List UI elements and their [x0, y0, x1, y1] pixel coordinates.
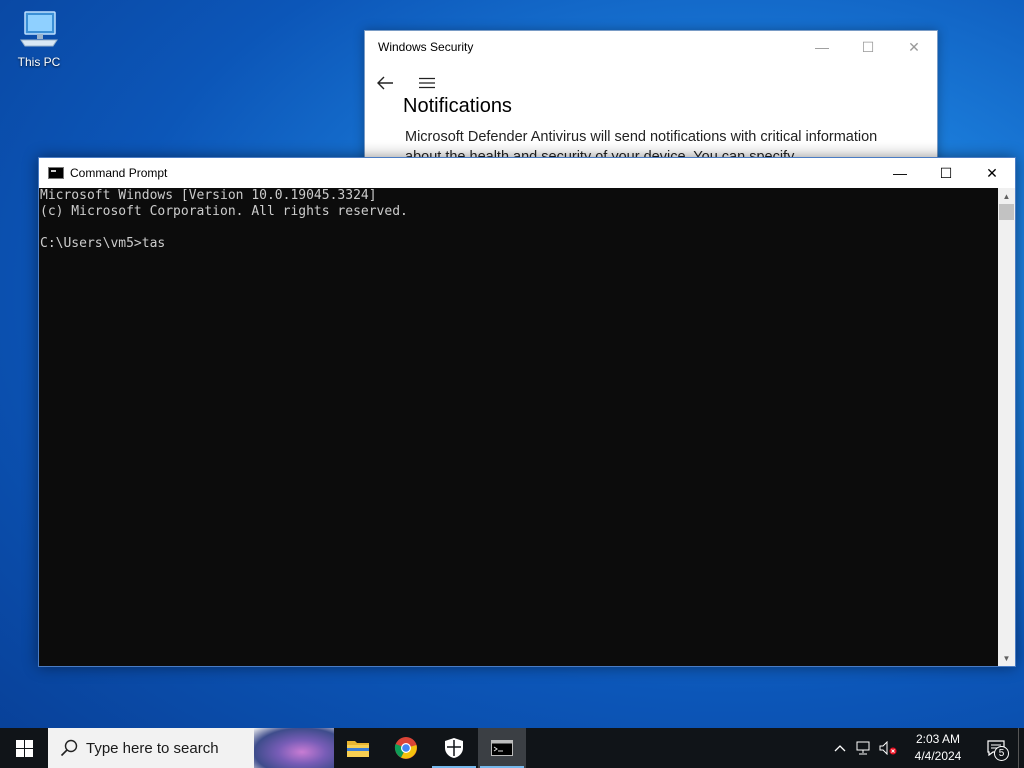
- back-button[interactable]: [375, 73, 395, 93]
- chrome-icon: [394, 737, 417, 759]
- scroll-down-arrow-icon[interactable]: ▼: [998, 650, 1015, 666]
- maximize-button[interactable]: ☐: [923, 158, 969, 188]
- console-prompt-line[interactable]: C:\Users\vm5>tas: [40, 236, 998, 252]
- console-line: (c) Microsoft Corporation. All rights re…: [40, 204, 408, 219]
- search-placeholder: Type here to search: [86, 739, 219, 757]
- taskbar-windows-security[interactable]: [430, 728, 478, 768]
- taskbar: Type here to search 2:03 AM 4/4/2024 5: [0, 728, 1024, 768]
- clock-date: 4/4/2024: [914, 749, 962, 763]
- system-tray: 2:03 AM 4/4/2024 5: [828, 728, 1024, 768]
- command-prompt-window[interactable]: Command Prompt — ☐ ✕ Microsoft Windows […: [38, 157, 1016, 667]
- folder-icon: [347, 741, 369, 757]
- action-center-button[interactable]: 5: [974, 728, 1018, 768]
- security-window-title: Windows Security: [378, 40, 474, 54]
- taskbar-search-box[interactable]: Type here to search: [48, 728, 334, 768]
- network-icon[interactable]: [852, 728, 876, 768]
- maximize-button[interactable]: ☐: [845, 31, 891, 63]
- chevron-up-icon[interactable]: [828, 728, 852, 768]
- windows-security-window[interactable]: Windows Security — ☐ ✕ Notifications Mic…: [364, 30, 938, 170]
- page-title: Notifications: [403, 95, 512, 117]
- console-output[interactable]: Microsoft Windows [Version 10.0.19045.33…: [39, 188, 999, 666]
- notification-count-badge: 5: [994, 746, 1009, 761]
- vertical-scrollbar[interactable]: ▲ ▼: [998, 188, 1015, 666]
- scroll-up-arrow-icon[interactable]: ▲: [998, 188, 1015, 204]
- console-line: Microsoft Windows [Version 10.0.19045.33…: [40, 188, 377, 203]
- security-nav: [375, 73, 437, 93]
- show-desktop-button[interactable]: [1018, 728, 1024, 768]
- search-highlight-image: [254, 728, 334, 768]
- minimize-button[interactable]: —: [877, 158, 923, 188]
- cmd-titlebar[interactable]: Command Prompt — ☐ ✕: [39, 158, 1015, 188]
- close-button[interactable]: ✕: [891, 31, 937, 63]
- taskbar-chrome[interactable]: [382, 728, 430, 768]
- taskbar-clock[interactable]: 2:03 AM 4/4/2024: [902, 731, 974, 765]
- scrollbar-thumb[interactable]: [999, 204, 1014, 220]
- cmd-window-title: Command Prompt: [70, 166, 168, 180]
- volume-muted-icon[interactable]: [876, 728, 900, 768]
- search-icon: [60, 739, 78, 757]
- desktop-icon-label: This PC: [17, 55, 61, 69]
- taskbar-file-explorer[interactable]: [334, 728, 382, 768]
- hamburger-menu-icon: [419, 77, 435, 89]
- windows-logo-icon: [15, 739, 33, 757]
- taskbar-command-prompt[interactable]: [478, 728, 526, 768]
- menu-button[interactable]: [417, 73, 437, 93]
- back-arrow-icon: [377, 76, 393, 90]
- start-button[interactable]: [0, 728, 48, 768]
- desktop-icon-this-pc[interactable]: This PC: [12, 8, 66, 69]
- close-button[interactable]: ✕: [969, 158, 1015, 188]
- minimize-button[interactable]: —: [799, 31, 845, 63]
- security-titlebar[interactable]: Windows Security — ☐ ✕: [365, 31, 937, 63]
- this-pc-icon: [20, 11, 58, 47]
- cmd-icon: [491, 740, 513, 756]
- shield-icon: [445, 738, 463, 758]
- clock-time: 2:03 AM: [915, 732, 961, 746]
- cmd-icon: [48, 167, 64, 179]
